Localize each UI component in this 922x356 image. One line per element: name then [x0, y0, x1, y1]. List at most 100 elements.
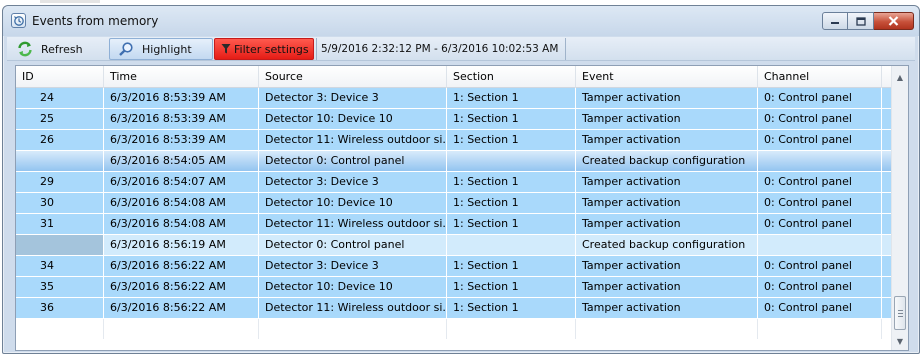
table-header: ID Time Source Section Event Channel	[16, 66, 892, 88]
cell-time: 6/3/2016 8:56:19 AM	[104, 235, 259, 255]
toolbar: Refresh Highlight Filter settings 5/9/20…	[7, 37, 915, 61]
cell-section: 1: Section 1	[447, 109, 576, 129]
title-bar[interactable]: Events from memory	[3, 6, 919, 36]
window-title: Events from memory	[32, 14, 159, 28]
funnel-icon	[221, 41, 231, 57]
table-row[interactable]: 24 6/3/2016 8:53:39 AM Detector 3: Device …	[16, 88, 892, 109]
cell-id	[16, 235, 104, 255]
cell-section	[447, 235, 576, 255]
column-header-time[interactable]: Time	[104, 66, 259, 88]
cell-section: 1: Section 1	[447, 88, 576, 108]
scrollbar-thumb[interactable]	[894, 296, 906, 330]
column-header-id[interactable]: ID	[16, 66, 104, 88]
cell-section: 1: Section 1	[447, 214, 576, 234]
cell-section: 1: Section 1	[447, 193, 576, 213]
highlight-label: Highlight	[142, 42, 192, 56]
close-button[interactable]	[874, 12, 914, 30]
grip-line	[898, 310, 903, 311]
cell-channel: 0: Control panel	[758, 88, 882, 108]
cell-section	[447, 151, 576, 171]
cell-time: 6/3/2016 8:53:39 AM	[104, 88, 259, 108]
column-header-event[interactable]: Event	[576, 66, 758, 88]
refresh-arrows-icon	[17, 41, 33, 57]
magnifier-icon	[118, 41, 134, 57]
refresh-label: Refresh	[41, 42, 83, 56]
minimize-button[interactable]	[822, 12, 848, 30]
cell-id: 35	[16, 277, 104, 297]
cell-event: Tamper activation	[576, 130, 758, 150]
cell-id: 24	[16, 88, 104, 108]
empty-cell	[104, 319, 259, 339]
cell-time: 6/3/2016 8:54:05 AM	[104, 151, 259, 171]
cell-id: 34	[16, 256, 104, 276]
cell-time: 6/3/2016 8:54:07 AM	[104, 172, 259, 192]
cell-id: 31	[16, 214, 104, 234]
cell-event: Tamper activation	[576, 298, 758, 318]
cell-source: Detector 11: Wireless outdoor si...	[259, 130, 447, 150]
table-row[interactable]: 26 6/3/2016 8:53:39 AM Detector 11: Wirele…	[16, 130, 892, 151]
cell-event: Tamper activation	[576, 88, 758, 108]
column-header-channel[interactable]: Channel	[758, 66, 882, 88]
column-header-source[interactable]: Source	[259, 66, 447, 88]
cell-id: 25	[16, 109, 104, 129]
cell-channel	[758, 235, 882, 255]
table-row[interactable]: 29 6/3/2016 8:54:07 AM Detector 3: Device …	[16, 172, 892, 193]
cell-source: Detector 3: Device 3	[259, 256, 447, 276]
cell-source: Detector 10: Device 10	[259, 109, 447, 129]
cell-source: Detector 10: Device 10	[259, 193, 447, 213]
cell-source: Detector 3: Device 3	[259, 88, 447, 108]
cell-channel: 0: Control panel	[758, 256, 882, 276]
cell-source: Detector 11: Wireless outdoor si...	[259, 214, 447, 234]
cell-time: 6/3/2016 8:56:22 AM	[104, 277, 259, 297]
table-row[interactable]: 6/3/2016 8:56:19 AM Detector 0: Control p…	[16, 235, 892, 256]
maximize-button[interactable]	[848, 12, 874, 30]
cell-section: 1: Section 1	[447, 256, 576, 276]
events-window-icon	[11, 13, 26, 28]
empty-cell	[758, 319, 882, 339]
cell-channel: 0: Control panel	[758, 109, 882, 129]
table-row[interactable]: 35 6/3/2016 8:56:22 AM Detector 10: Device…	[16, 277, 892, 298]
cell-source: Detector 3: Device 3	[259, 172, 447, 192]
cell-channel: 0: Control panel	[758, 172, 882, 192]
cell-source: Detector 10: Device 10	[259, 277, 447, 297]
cell-event: Tamper activation	[576, 256, 758, 276]
refresh-button[interactable]: Refresh	[13, 38, 103, 60]
table-row[interactable]: 30 6/3/2016 8:54:08 AM Detector 10: Device…	[16, 193, 892, 214]
column-header-section[interactable]: Section	[447, 66, 576, 88]
vertical-scrollbar[interactable]: ▲ ▼	[891, 66, 908, 350]
table-row[interactable]: 31 6/3/2016 8:54:08 AM Detector 11: Wirele…	[16, 214, 892, 235]
background-window-edge	[40, 0, 100, 3]
cell-time: 6/3/2016 8:54:08 AM	[104, 193, 259, 213]
cell-event: Created backup configuration	[576, 235, 758, 255]
table-row[interactable]: 36 6/3/2016 8:56:22 AM Detector 11: Wirele…	[16, 298, 892, 319]
cell-source: Detector 0: Control panel	[259, 235, 447, 255]
events-window: Events from memory Refresh Highlight Fil…	[2, 5, 920, 354]
filter-settings-button[interactable]: Filter settings	[214, 38, 314, 60]
table-row-empty	[16, 319, 892, 340]
scroll-down-arrow-icon[interactable]: ▼	[892, 333, 908, 350]
empty-cell	[576, 319, 758, 339]
scroll-up-arrow-icon[interactable]: ▲	[892, 69, 908, 86]
table-row[interactable]: 25 6/3/2016 8:53:39 AM Detector 10: Device…	[16, 109, 892, 130]
highlight-button[interactable]: Highlight	[109, 38, 213, 60]
maximize-icon	[855, 16, 866, 26]
cell-event: Tamper activation	[576, 193, 758, 213]
table-row-selected[interactable]: 6/3/2016 8:54:05 AM Detector 0: Control p…	[16, 151, 892, 172]
cell-event: Tamper activation	[576, 109, 758, 129]
cell-id: 30	[16, 193, 104, 213]
cell-channel	[758, 151, 882, 171]
table-row[interactable]: 34 6/3/2016 8:56:22 AM Detector 3: Device …	[16, 256, 892, 277]
empty-cell	[447, 319, 576, 339]
cell-event: Tamper activation	[576, 172, 758, 192]
cell-source: Detector 0: Control panel	[259, 151, 447, 171]
cell-time: 6/3/2016 8:53:39 AM	[104, 109, 259, 129]
grip-line	[898, 313, 903, 314]
cell-section: 1: Section 1	[447, 277, 576, 297]
grip-line	[898, 316, 903, 317]
cell-section: 1: Section 1	[447, 130, 576, 150]
cell-time: 6/3/2016 8:53:39 AM	[104, 130, 259, 150]
empty-row-area	[16, 319, 892, 339]
cell-time: 6/3/2016 8:56:22 AM	[104, 298, 259, 318]
empty-cell	[16, 319, 104, 339]
cell-channel: 0: Control panel	[758, 193, 882, 213]
